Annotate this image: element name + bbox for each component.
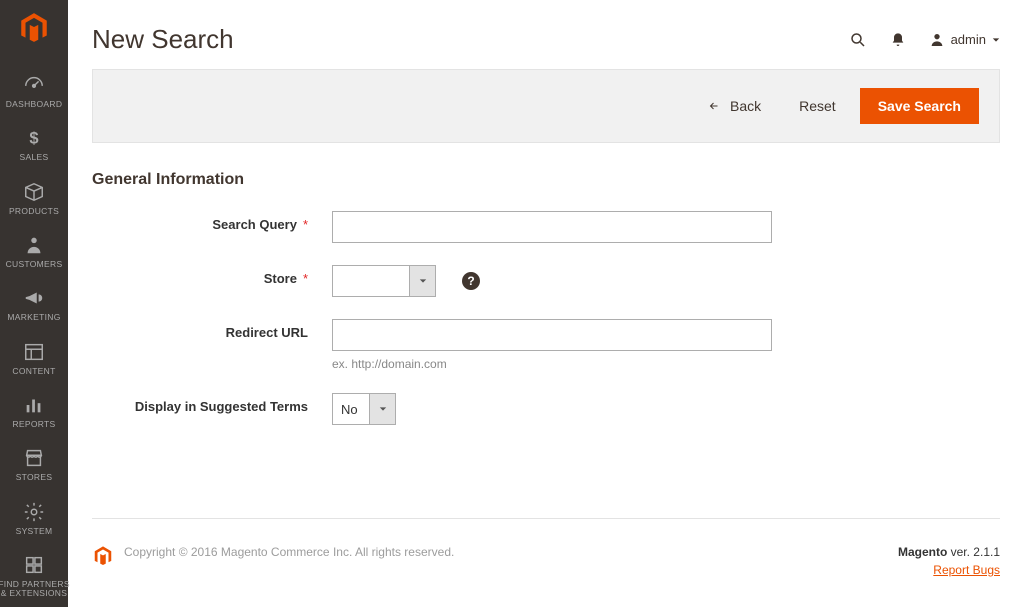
back-button[interactable]: Back	[692, 90, 775, 122]
sidebar-item-sales[interactable]: $ SALES	[0, 117, 68, 170]
report-bugs-link[interactable]: Report Bugs	[898, 563, 1000, 577]
redirect-url-label: Redirect URL	[92, 319, 332, 340]
user-icon	[929, 32, 945, 48]
sidebar-item-content[interactable]: CONTENT	[0, 331, 68, 384]
sidebar-item-label: CUSTOMERS	[6, 260, 63, 269]
back-button-label: Back	[730, 98, 761, 114]
sidebar-item-label: DASHBOARD	[6, 100, 63, 109]
megaphone-icon	[23, 287, 45, 309]
footer-copyright: Copyright © 2016 Magento Commerce Inc. A…	[124, 545, 898, 559]
display-suggested-select[interactable]: No	[332, 393, 396, 425]
puzzle-icon	[23, 554, 45, 576]
footer: Copyright © 2016 Magento Commerce Inc. A…	[92, 518, 1000, 607]
user-name: admin	[951, 32, 986, 47]
box-icon	[23, 181, 45, 203]
section-title: General Information	[92, 171, 1000, 189]
display-suggested-toggle[interactable]	[370, 393, 396, 425]
store-select-toggle[interactable]	[410, 265, 436, 297]
sidebar-item-customers[interactable]: CUSTOMERS	[0, 224, 68, 277]
dollar-icon: $	[23, 127, 45, 149]
sidebar: DASHBOARD $ SALES PRODUCTS CUSTOMERS MARK…	[0, 0, 68, 607]
store-icon	[23, 447, 45, 469]
sidebar-item-label: REPORTS	[12, 420, 55, 429]
svg-text:$: $	[29, 130, 38, 148]
footer-version: Magento ver. 2.1.1	[898, 545, 1000, 559]
store-label: Store*	[92, 265, 332, 286]
sidebar-item-label: SYSTEM	[16, 527, 53, 536]
redirect-url-input[interactable]	[332, 319, 772, 351]
chevron-down-icon	[992, 36, 1000, 44]
help-icon[interactable]: ?	[462, 272, 480, 290]
person-icon	[23, 234, 45, 256]
sidebar-item-products[interactable]: PRODUCTS	[0, 171, 68, 224]
sidebar-item-dashboard[interactable]: DASHBOARD	[0, 64, 68, 117]
sidebar-item-system[interactable]: SYSTEM	[0, 491, 68, 544]
save-button[interactable]: Save Search	[860, 88, 979, 124]
chevron-down-icon	[379, 405, 387, 413]
reset-button[interactable]: Reset	[785, 90, 850, 122]
redirect-url-hint: ex. http://domain.com	[332, 357, 772, 371]
sidebar-item-reports[interactable]: REPORTS	[0, 384, 68, 437]
gauge-icon	[23, 74, 45, 96]
sidebar-item-label: PRODUCTS	[9, 207, 59, 216]
display-suggested-label: Display in Suggested Terms	[92, 393, 332, 414]
layout-icon	[23, 341, 45, 363]
store-select[interactable]	[332, 265, 436, 297]
search-query-label: Search Query*	[92, 211, 332, 232]
bell-icon[interactable]	[889, 31, 907, 49]
magento-logo-icon	[92, 545, 114, 567]
sidebar-item-label: STORES	[16, 473, 53, 482]
chevron-down-icon	[419, 277, 427, 285]
sidebar-item-label: MARKETING	[7, 313, 60, 322]
store-select-value	[332, 265, 410, 297]
magento-logo-icon[interactable]	[16, 10, 52, 46]
search-query-input[interactable]	[332, 211, 772, 243]
sidebar-item-label: CONTENT	[12, 367, 55, 376]
bar-chart-icon	[23, 394, 45, 416]
toolbar: Back Reset Save Search	[92, 69, 1000, 143]
sidebar-item-marketing[interactable]: MARKETING	[0, 277, 68, 330]
gear-icon	[23, 501, 45, 523]
sidebar-item-stores[interactable]: STORES	[0, 437, 68, 490]
sidebar-item-partners[interactable]: FIND PARTNERS & EXTENSIONS	[0, 544, 68, 607]
sidebar-item-label: SALES	[20, 153, 49, 162]
page-title: New Search	[92, 24, 849, 55]
sidebar-item-label: FIND PARTNERS & EXTENSIONS	[0, 580, 70, 599]
arrow-left-icon	[706, 100, 722, 112]
search-icon[interactable]	[849, 31, 867, 49]
display-suggested-value: No	[332, 393, 370, 425]
user-menu[interactable]: admin	[929, 32, 1000, 48]
